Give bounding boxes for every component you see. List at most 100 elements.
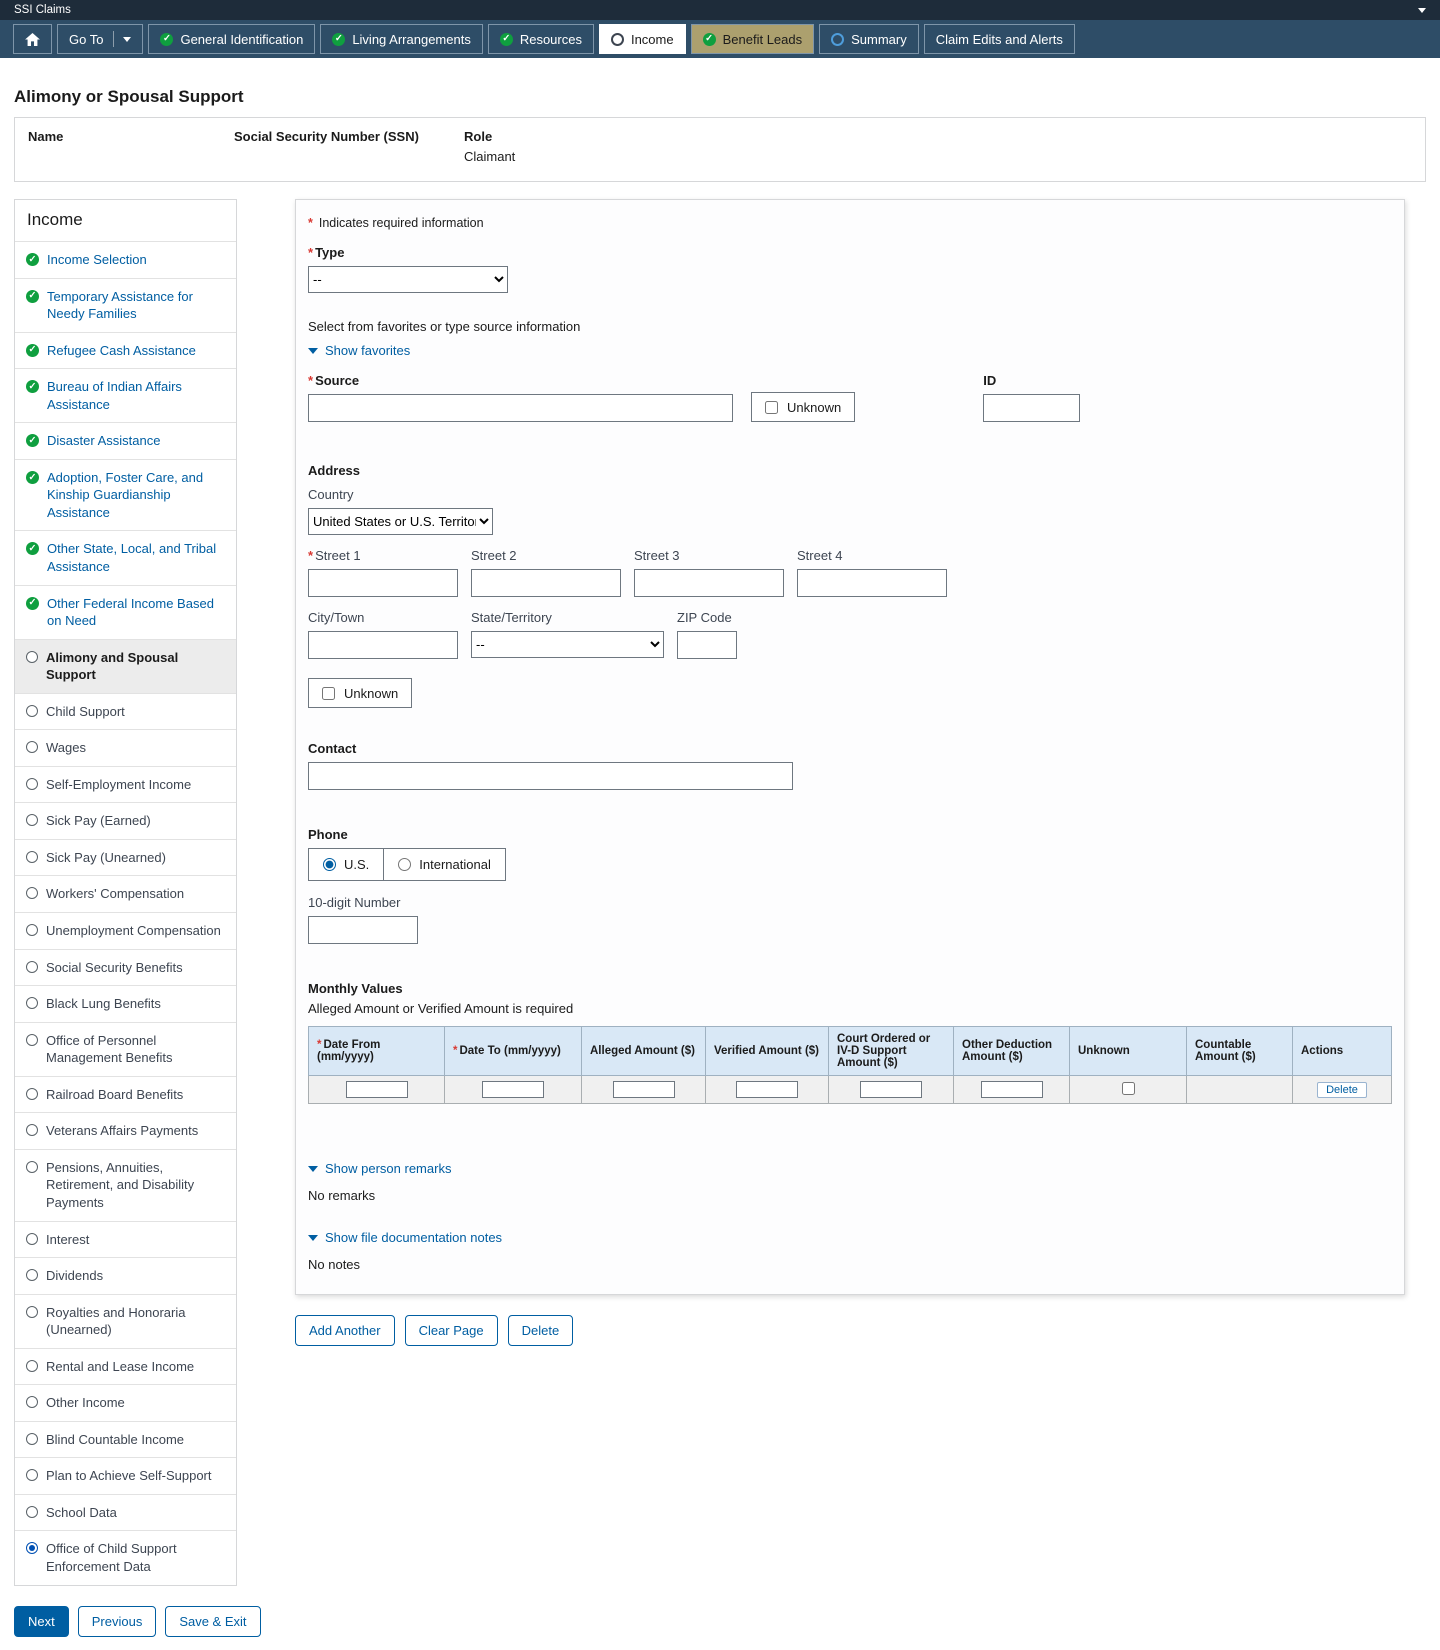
sidebar-item-sick-pay-unearned[interactable]: Sick Pay (Unearned) xyxy=(15,839,236,876)
tab-summary[interactable]: Summary xyxy=(819,24,919,54)
sidebar-item-income-selection[interactable]: Income Selection xyxy=(15,241,236,278)
other-deduction-amount-input[interactable] xyxy=(981,1081,1043,1098)
required-asterisk xyxy=(308,216,319,230)
sidebar-item-interest[interactable]: Interest xyxy=(15,1221,236,1258)
sidebar-item-black-lung[interactable]: Black Lung Benefits xyxy=(15,985,236,1022)
sidebar-item-adoption-foster-kinship[interactable]: Adoption, Foster Care, and Kinship Guard… xyxy=(15,459,236,531)
required-asterisk xyxy=(308,548,315,563)
country-select[interactable]: United States or U.S. Territory xyxy=(308,508,493,535)
street3-input[interactable] xyxy=(634,569,784,597)
previous-button[interactable]: Previous xyxy=(78,1606,157,1637)
street1-input[interactable] xyxy=(308,569,458,597)
street2-input[interactable] xyxy=(471,569,621,597)
city-input[interactable] xyxy=(308,631,458,659)
sidebar-item-other-income[interactable]: Other Income xyxy=(15,1384,236,1421)
sidebar-item-wages[interactable]: Wages xyxy=(15,729,236,766)
row-delete-button[interactable]: Delete xyxy=(1317,1082,1367,1098)
page: SSI Claims Go To General Identification … xyxy=(0,0,1440,1650)
sidebar-item-self-employment[interactable]: Self-Employment Income xyxy=(15,766,236,803)
tab-benefit-leads[interactable]: Benefit Leads xyxy=(691,24,815,54)
sidebar-item-social-security[interactable]: Social Security Benefits xyxy=(15,949,236,986)
sidebar-item-blind-countable[interactable]: Blind Countable Income xyxy=(15,1421,236,1458)
phone-number-input[interactable] xyxy=(308,916,418,944)
show-file-notes-link[interactable]: Show file documentation notes xyxy=(308,1230,1392,1245)
sidebar-item-workers-comp[interactable]: Workers' Compensation xyxy=(15,875,236,912)
alleged-amount-input[interactable] xyxy=(613,1081,675,1098)
phone-us-radio[interactable] xyxy=(323,858,336,871)
source-unknown-checkbox[interactable] xyxy=(765,401,778,414)
sidebar-item-other-state-local-tribal[interactable]: Other State, Local, and Tribal Assistanc… xyxy=(15,530,236,584)
check-icon xyxy=(26,597,39,610)
sidebar-item-bia-assistance[interactable]: Bureau of Indian Affairs Assistance xyxy=(15,368,236,422)
sidebar-item-royalties-honoraria[interactable]: Royalties and Honoraria (Unearned) xyxy=(15,1294,236,1348)
col-date-from: Date From (mm/yyyy) xyxy=(309,1027,445,1076)
person-name-col: Name xyxy=(28,129,234,164)
phone-international-option[interactable]: International xyxy=(383,849,505,880)
sidebar-item-pensions-annuities[interactable]: Pensions, Annuities, Retirement, and Dis… xyxy=(15,1149,236,1221)
court-ordered-amount-input[interactable] xyxy=(860,1081,922,1098)
zip-input[interactable] xyxy=(677,631,737,659)
col-court-ordered-amount: Court Ordered or IV-D Support Amount ($) xyxy=(829,1027,954,1076)
show-favorites-link[interactable]: Show favorites xyxy=(308,343,1392,358)
show-person-remarks-link[interactable]: Show person remarks xyxy=(308,1161,1392,1176)
name-label: Name xyxy=(28,129,234,144)
sidebar-item-dividends[interactable]: Dividends xyxy=(15,1257,236,1294)
sidebar-item-sick-pay-earned[interactable]: Sick Pay (Earned) xyxy=(15,802,236,839)
home-tab[interactable] xyxy=(13,24,52,54)
required-asterisk xyxy=(308,245,315,260)
street4-field: Street 4 xyxy=(797,548,947,597)
add-another-button[interactable]: Add Another xyxy=(295,1315,395,1346)
radio-icon xyxy=(26,1506,38,1518)
tab-claim-edits-alerts[interactable]: Claim Edits and Alerts xyxy=(924,24,1075,54)
home-icon xyxy=(25,33,40,46)
sidebar-item-ocse-data[interactable]: Office of Child Support Enforcement Data xyxy=(15,1530,236,1584)
verified-amount-input[interactable] xyxy=(736,1081,798,1098)
menu-caret-icon[interactable] xyxy=(1418,8,1426,13)
date-to-input[interactable] xyxy=(482,1081,544,1098)
address-unknown-toggle[interactable]: Unknown xyxy=(308,678,412,708)
address-unknown-checkbox[interactable] xyxy=(322,687,335,700)
street4-input[interactable] xyxy=(797,569,947,597)
tab-income[interactable]: Income xyxy=(599,24,686,54)
sidebar-item-tanf[interactable]: Temporary Assistance for Needy Families xyxy=(15,278,236,332)
contact-input[interactable] xyxy=(308,762,793,790)
type-field: Type -- xyxy=(308,245,1392,293)
col-date-to: Date To (mm/yyyy) xyxy=(445,1027,582,1076)
sidebar-item-plan-self-support[interactable]: Plan to Achieve Self-Support xyxy=(15,1457,236,1494)
state-select[interactable]: -- xyxy=(471,631,664,658)
type-label: Type xyxy=(315,245,344,260)
delete-button[interactable]: Delete xyxy=(508,1315,574,1346)
sidebar-item-unemployment[interactable]: Unemployment Compensation xyxy=(15,912,236,949)
source-unknown-toggle[interactable]: Unknown xyxy=(751,392,855,422)
sidebar-item-other-federal-need[interactable]: Other Federal Income Based on Need xyxy=(15,585,236,639)
phone-international-radio[interactable] xyxy=(398,858,411,871)
source-input[interactable] xyxy=(308,394,733,422)
sidebar-item-veterans-affairs[interactable]: Veterans Affairs Payments xyxy=(15,1112,236,1149)
goto-dropdown[interactable]: Go To xyxy=(57,24,143,54)
sidebar-item-disaster[interactable]: Disaster Assistance xyxy=(15,422,236,459)
sidebar-item-railroad-board[interactable]: Railroad Board Benefits xyxy=(15,1076,236,1113)
id-input[interactable] xyxy=(983,394,1080,422)
next-button[interactable]: Next xyxy=(14,1606,69,1637)
monthly-values-row: Delete xyxy=(309,1076,1392,1104)
sidebar-item-rental-lease[interactable]: Rental and Lease Income xyxy=(15,1348,236,1385)
tab-resources[interactable]: Resources xyxy=(488,24,594,54)
check-icon xyxy=(26,344,39,357)
row-unknown-checkbox[interactable] xyxy=(1122,1082,1135,1095)
tab-living-arrangements[interactable]: Living Arrangements xyxy=(320,24,483,54)
date-from-input[interactable] xyxy=(346,1081,408,1098)
save-exit-button[interactable]: Save & Exit xyxy=(165,1606,260,1637)
col-actions: Actions xyxy=(1293,1027,1392,1076)
sidebar-item-opm-benefits[interactable]: Office of Personnel Management Benefits xyxy=(15,1022,236,1076)
sidebar-item-refugee-cash[interactable]: Refugee Cash Assistance xyxy=(15,332,236,369)
sidebar-item-child-support[interactable]: Child Support xyxy=(15,693,236,730)
clear-page-button[interactable]: Clear Page xyxy=(405,1315,498,1346)
form-panel: Indicates required information Type -- S… xyxy=(295,199,1405,1295)
phone-us-option[interactable]: U.S. xyxy=(309,849,383,880)
type-select[interactable]: -- xyxy=(308,266,508,293)
tab-general-identification[interactable]: General Identification xyxy=(148,24,315,54)
sidebar-item-alimony-spousal[interactable]: Alimony and Spousal Support xyxy=(15,639,236,693)
radio-icon xyxy=(26,651,38,663)
radio-icon xyxy=(26,1433,38,1445)
sidebar-item-school-data[interactable]: School Data xyxy=(15,1494,236,1531)
